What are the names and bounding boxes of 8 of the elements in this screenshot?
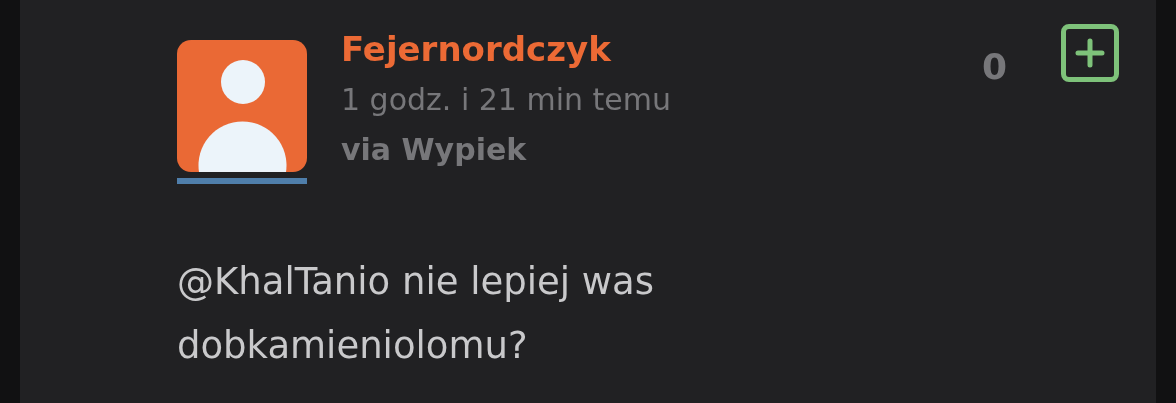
comment-text: @KhalTanio nie lepiej was dobkamieniolomu? (177, 259, 656, 369)
vote-count: 0 (981, 46, 1007, 87)
avatar-icon[interactable] (177, 40, 307, 172)
upvote-button[interactable] (1061, 24, 1119, 82)
timestamp: 1 godz. i 21 min temu (341, 81, 673, 119)
source-label: via Wypiek (341, 131, 528, 169)
author-name[interactable]: Fejernordczyk (341, 26, 982, 72)
plus-icon (1075, 38, 1105, 68)
